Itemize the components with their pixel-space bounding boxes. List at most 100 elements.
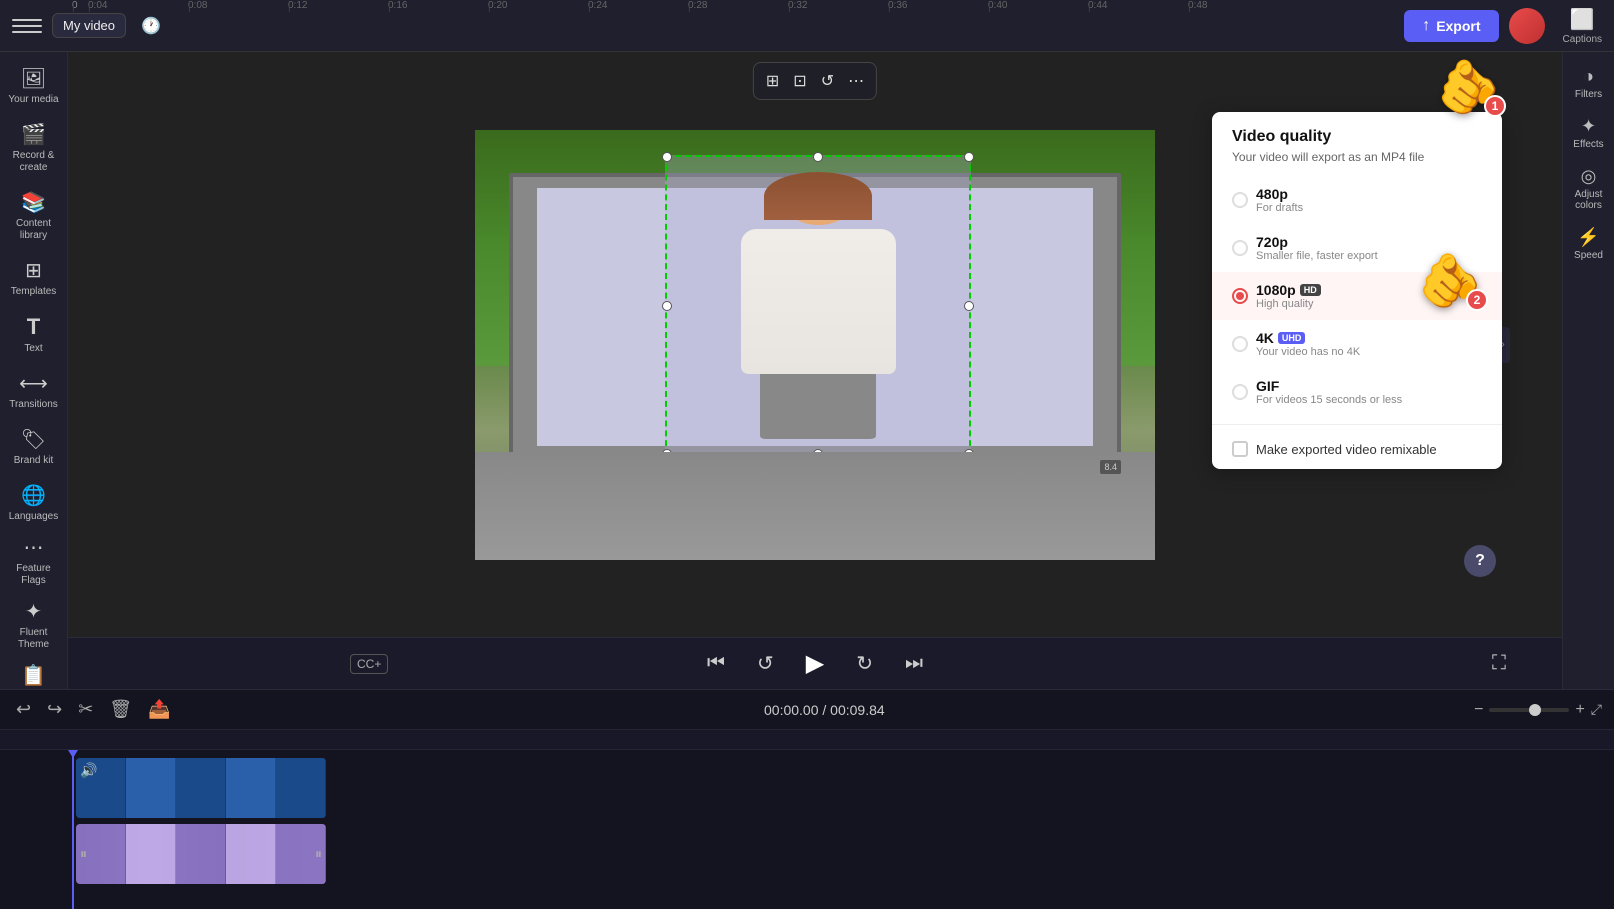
video-toolbar-more[interactable]: ⋯ [844,67,868,95]
quality-radio-1080p[interactable] [1232,288,1248,304]
quality-option-720p[interactable]: 720p Smaller file, faster export [1212,224,1502,272]
sidebar-right-item-filters[interactable]: ◑ Filters [1565,60,1613,106]
transitions-icon: ⟷ [19,371,48,396]
quality-option-4k[interactable]: 4K UHD Your video has no 4K [1212,320,1502,368]
play-pause-button[interactable]: ▶ [798,645,832,682]
background-scene: 8.4 [475,130,1155,560]
hd-badge: HD [1300,284,1321,296]
canvas-video-container: 8.4 [475,130,1155,560]
timeline-area: ↩ ↪ ✂ 🗑 📤 00:00.00 / 00:09.84 − + ⤢ 0 0:… [0,689,1614,909]
handle-mid-left[interactable] [662,301,672,311]
sidebar-item-content-library[interactable]: 📚 Content library [4,184,64,248]
zoom-slider-thumb[interactable] [1529,704,1541,716]
left-sidebar: 🖼 Your media 🎬 Record & create 📚 Content… [0,52,68,689]
pause-icon-right: ⏸ [315,846,322,863]
quality-option-1080p[interactable]: 1080p HD High quality [1212,272,1502,320]
timeline-zoom-controls: − + ⤢ [1474,701,1602,719]
captions-button[interactable]: ⬜ Captions [1563,7,1602,45]
delete-button[interactable]: 🗑 [105,695,136,724]
video-toolbar-crop[interactable]: ⊞ [762,67,783,95]
quality-option-text-gif: GIF For videos 15 seconds or less [1256,378,1402,406]
undo-button[interactable]: ↩ [12,695,35,724]
help-button[interactable]: ? [1464,545,1496,577]
person-frame-4 [226,824,276,884]
quality-radio-480p[interactable] [1232,192,1248,208]
playback-bar: CC+ ⏮ ↺ ▶ ↻ ⏭ ⛶ [68,637,1562,689]
quality-option-label-720p: 720p [1256,234,1378,250]
quality-option-text-1080p: 1080p HD High quality [1256,282,1321,310]
fullscreen-button-wrapper: ⛶ [1484,648,1514,679]
timeline-toolbar: ↩ ↪ ✂ 🗑 📤 00:00.00 / 00:09.84 − + ⤢ [0,690,1614,730]
person-lower [760,374,876,440]
video-clip[interactable]: 🔊 [76,758,326,818]
skip-to-start-button[interactable]: ⏮ [699,648,733,679]
redo-button[interactable]: ↪ [43,695,66,724]
sidebar-item-transitions[interactable]: ⟷ Transitions [4,365,64,417]
handle-top-left[interactable] [662,152,672,162]
sidebar-item-fluent-theme[interactable]: ✦ Fluent Theme [4,593,64,657]
sidebar-item-feature-flags[interactable]: ⋯ Feature Flags [4,529,64,593]
fluent-theme-icon: ✦ [25,599,42,624]
sidebar-item-record-create[interactable]: 🎬 Record & create [4,116,64,180]
video-toolbar-fit[interactable]: ⊡ [789,67,810,95]
sidebar-item-version[interactable]: 📋 Version8482a53 [4,657,64,689]
quality-option-480p[interactable]: 480p For drafts [1212,176,1502,224]
sidebar-item-languages[interactable]: 🌐 Languages [4,477,64,529]
video-toolbar-rotate[interactable]: ↺ [817,67,838,95]
quality-radio-720p[interactable] [1232,240,1248,256]
billboard-sign: 8.4 [1100,460,1121,474]
add-to-timeline-button[interactable]: 📤 [144,695,174,724]
cc-button[interactable]: CC+ [350,654,388,674]
handle-mid-right[interactable] [964,301,974,311]
person-frame-2 [126,824,176,884]
quality-radio-4k[interactable] [1232,336,1248,352]
effects-label: Effects [1573,139,1603,150]
sidebar-right-item-effects[interactable]: ✦ Effects [1565,110,1613,156]
quality-option-label-480p: 480p [1256,186,1303,202]
selected-person-overlay[interactable] [665,155,971,456]
handle-top-center[interactable] [813,152,823,162]
playhead [72,750,74,909]
export-button[interactable]: Export [1404,10,1498,42]
playhead-marker [68,750,78,758]
sidebar-item-templates[interactable]: ⊞ Templates [4,252,64,304]
sidebar-label-feature-flags: Feature Flags [8,563,60,587]
timeline-tracks: 🔊 ⏸ [0,750,1614,909]
timeline-ruler: 0 0:04 0:08 0:12 0:16 0:20 0:24 0:28 0:3… [0,730,1614,750]
feature-flags-icon: ⋯ [24,535,44,560]
zoom-slider[interactable] [1489,708,1569,712]
fullscreen-button[interactable]: ⛶ [1484,648,1514,679]
sidebar-right-item-speed[interactable]: ⚡ Speed [1565,221,1613,267]
fast-forward-button[interactable]: ↻ [848,647,881,680]
remixable-checkbox[interactable] [1232,441,1248,457]
skip-to-end-button[interactable]: ⏭ [897,648,931,679]
sidebar-label-transitions: Transitions [9,399,58,411]
hamburger-menu[interactable] [12,11,42,41]
person-track-content[interactable]: ⏸ ⏸ [76,824,1606,884]
quality-option-sub-480p: For drafts [1256,202,1303,214]
clip-frame-3 [176,758,226,818]
person-body [741,229,896,374]
sidebar-item-text[interactable]: T Text [4,308,64,361]
fit-to-window-button[interactable]: ⤢ [1591,701,1602,718]
person-clip[interactable]: ⏸ ⏸ [76,824,326,884]
sidebar-right-item-adjust-colors[interactable]: ◎ Adjust colors [1565,160,1613,217]
brand-kit-icon: 🏷 [21,427,46,452]
rewind-button[interactable]: ↺ [749,647,782,680]
uhd-badge: UHD [1278,332,1306,344]
sidebar-item-your-media[interactable]: 🖼 Your media [4,60,64,112]
video-title[interactable]: My video [52,13,126,38]
volume-icon: 🔊 [80,762,97,779]
quality-radio-gif[interactable] [1232,384,1248,400]
zoom-out-button[interactable]: − [1474,701,1483,719]
zoom-in-button[interactable]: + [1575,701,1584,719]
video-track-content[interactable]: 🔊 [76,758,1606,818]
user-avatar[interactable] [1509,8,1545,44]
adjust-colors-icon: ◎ [1581,166,1597,187]
quality-panel-subtitle: Your video will export as an MP4 file [1232,150,1482,164]
history-icon[interactable]: 🕐 [136,11,166,41]
quality-option-gif[interactable]: GIF For videos 15 seconds or less [1212,368,1502,416]
sidebar-item-brand-kit[interactable]: 🏷 Brand kit [4,421,64,473]
remixable-label: Make exported video remixable [1256,442,1437,457]
cut-button[interactable]: ✂ [74,695,97,724]
